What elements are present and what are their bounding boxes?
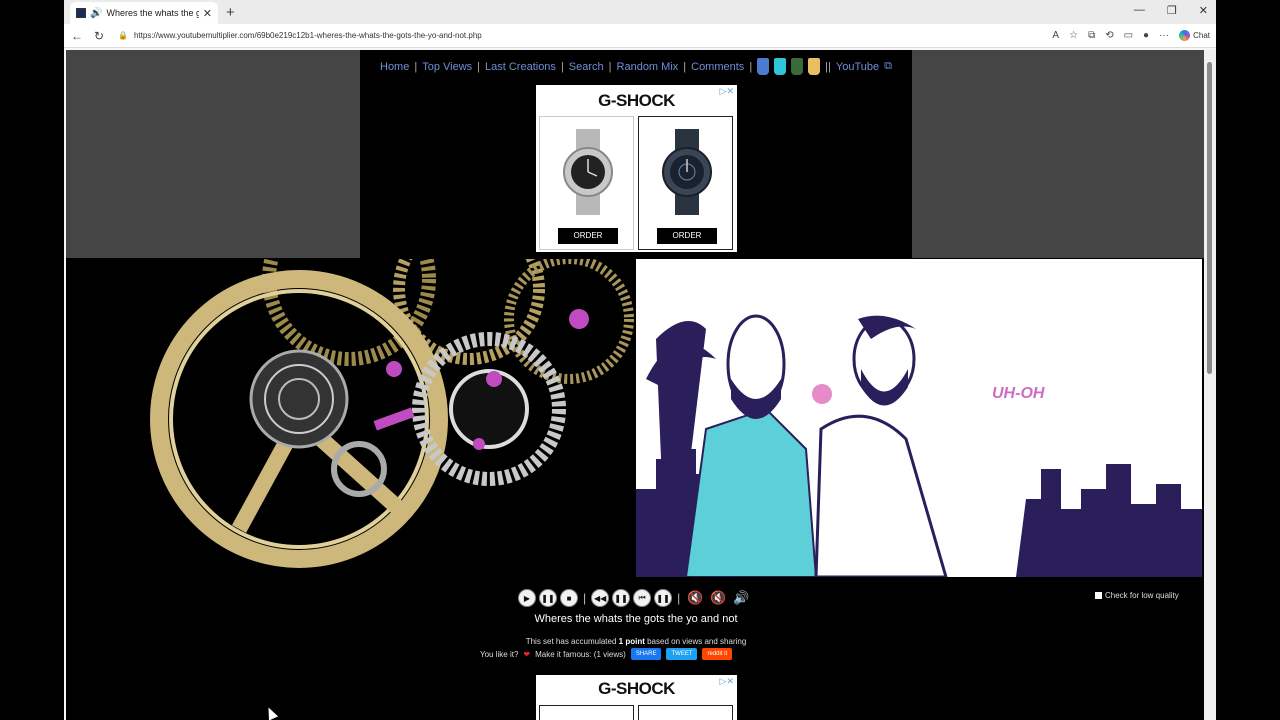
- famous-text: Make it famous: (1 views): [535, 649, 626, 659]
- ad-close-icon[interactable]: ▷✕: [720, 676, 734, 687]
- nav-comments[interactable]: Comments: [691, 61, 744, 73]
- ad-banner[interactable]: G-SHOCK ▷✕ ORDER ORDER: [536, 85, 737, 252]
- like-prompt: You like it?: [480, 649, 519, 659]
- nav-search[interactable]: Search: [569, 61, 604, 73]
- watch-gears-image: [150, 259, 634, 568]
- window-controls: — ❐ ✕: [1134, 4, 1208, 17]
- ad-banner-bottom[interactable]: G-SHOCK ▷✕: [536, 675, 737, 720]
- nav-top-views[interactable]: Top Views: [422, 61, 472, 73]
- restore-icon[interactable]: ❐: [1167, 4, 1177, 17]
- lock-icon[interactable]: 🔒: [118, 31, 128, 40]
- order-button[interactable]: ORDER: [558, 228, 618, 244]
- black-watch-image: [662, 129, 712, 215]
- site-nav: Home | Top Views | Last Creations | Search |…: [360, 58, 912, 75]
- read-aloud-icon[interactable]: A: [1052, 30, 1059, 41]
- starbucks-cup-icon[interactable]: [791, 58, 804, 75]
- heart-icon: ❤: [523, 649, 531, 659]
- facebook-share-button[interactable]: SHARE: [630, 648, 662, 660]
- cartoon-characters-image: [636, 314, 1202, 577]
- low-quality-checkbox[interactable]: [1095, 592, 1102, 599]
- order-button[interactable]: ORDER: [657, 228, 717, 244]
- minimize-icon[interactable]: —: [1134, 4, 1145, 17]
- site-favicon-icon: [76, 8, 86, 18]
- twitter-cup-icon[interactable]: [774, 58, 787, 75]
- nav-youtube[interactable]: YouTube: [836, 61, 879, 73]
- more-options-icon[interactable]: ···: [1159, 30, 1169, 41]
- points-value: 1 point: [618, 637, 645, 646]
- chat-button[interactable]: Chat: [1179, 30, 1210, 41]
- volume-icon[interactable]: 🔊: [731, 590, 751, 606]
- pause-left-icon[interactable]: ❚❚: [612, 589, 631, 607]
- video-player-left[interactable]: [69, 259, 635, 577]
- copilot-icon: [1179, 30, 1191, 41]
- silver-watch-image: [563, 129, 613, 215]
- ad-product-card[interactable]: [638, 705, 733, 720]
- browser-window: 🔊 Wheres the whats the gots the yo and n…: [64, 0, 1216, 720]
- new-tab-icon[interactable]: +: [226, 4, 235, 21]
- scrollbar[interactable]: [1204, 50, 1216, 720]
- back-icon[interactable]: ←: [70, 29, 84, 43]
- scroll-thumb[interactable]: [1207, 62, 1212, 374]
- side-panel-right: [912, 50, 1204, 258]
- coffee-cup-icon[interactable]: [808, 58, 821, 75]
- right-black-margin: [1216, 0, 1280, 720]
- points-prefix: This set has accumulated: [525, 637, 617, 646]
- ad-brand-logo: G-SHOCK: [598, 91, 675, 110]
- set-title: Wheres the whats the gots the yo and not: [534, 613, 738, 625]
- ad-product-card[interactable]: ORDER: [539, 116, 634, 250]
- speaker-icon[interactable]: 🔊: [90, 8, 102, 19]
- refresh-icon[interactable]: ↻: [92, 29, 106, 43]
- address-bar: ← ↻ 🔒 https://www.youtubemultiplier.com/…: [64, 24, 1216, 48]
- chat-label: Chat: [1193, 31, 1210, 40]
- history-icon[interactable]: ⟲: [1105, 30, 1113, 41]
- mute-right-icon[interactable]: 🔇: [708, 590, 728, 606]
- external-link-icon: ⧉: [884, 60, 892, 72]
- browser-tab[interactable]: 🔊 Wheres the whats the gots the yo and n…: [70, 2, 218, 24]
- nav-last-creations[interactable]: Last Creations: [485, 61, 556, 73]
- facebook-cup-icon[interactable]: [757, 58, 770, 75]
- toolbar: A ☆ ⧉ ⟲ ▭ ● ··· Chat: [1052, 30, 1210, 41]
- ad-close-icon[interactable]: ▷✕: [720, 86, 734, 97]
- points-suffix: based on views and sharing: [647, 637, 747, 646]
- left-black-margin: [0, 0, 64, 720]
- ad-brand-logo: G-SHOCK: [598, 679, 675, 698]
- low-quality-toggle[interactable]: Check for low quality: [1095, 591, 1179, 600]
- reddit-share-button[interactable]: reddit it: [702, 648, 733, 660]
- split-screen-icon[interactable]: ▭: [1124, 30, 1133, 41]
- pause-icon[interactable]: ❚❚: [539, 589, 557, 607]
- url-text: https://www.youtubemultiplier.com/69b0e2…: [133, 31, 482, 40]
- mute-left-icon[interactable]: 🔇: [685, 590, 705, 606]
- url-field[interactable]: 🔒 https://www.youtubemultiplier.com/69b0…: [114, 27, 1044, 45]
- low-quality-label: Check for low quality: [1105, 591, 1179, 600]
- play-icon[interactable]: ▶: [518, 589, 536, 607]
- web-page: Home | Top Views | Last Creations | Search |…: [66, 50, 1204, 720]
- tab-bar: 🔊 Wheres the whats the gots the yo and n…: [64, 0, 1216, 24]
- skip-back-icon[interactable]: ⏮: [633, 589, 652, 607]
- extensions-icon[interactable]: ⧉: [1088, 30, 1095, 41]
- twitter-tweet-button[interactable]: TWEET: [666, 648, 698, 660]
- tab-title: Wheres the whats the gots the yo and not: [106, 8, 199, 18]
- ad-product-card[interactable]: [539, 705, 634, 720]
- close-tab-icon[interactable]: ✕: [203, 7, 212, 20]
- points-line: This set has accumulated 1 point based o…: [360, 637, 912, 646]
- player-controls: ▶ ❚❚ ■ | ◀◀ ❚❚ ⏮ ❚❚ | 🔇 🔇 🔊: [518, 589, 751, 607]
- ad-product-card[interactable]: ORDER: [638, 116, 733, 250]
- stop-icon[interactable]: ■: [560, 589, 578, 607]
- profile-avatar-icon[interactable]: ●: [1143, 30, 1149, 41]
- nav-home[interactable]: Home: [380, 61, 409, 73]
- video-player-right[interactable]: UH-OH: [636, 259, 1202, 577]
- favorite-star-icon[interactable]: ☆: [1069, 30, 1078, 41]
- ad-products: [539, 705, 733, 720]
- share-line: You like it? ❤ Make it famous: (1 views)…: [480, 648, 733, 660]
- nav-random-mix[interactable]: Random Mix: [617, 61, 679, 73]
- close-window-icon[interactable]: ✕: [1199, 4, 1208, 17]
- side-panel-left: [66, 50, 360, 258]
- ad-products: ORDER ORDER: [539, 116, 733, 250]
- mouse-cursor: [263, 705, 279, 720]
- pause-right-icon[interactable]: ❚❚: [654, 589, 673, 607]
- uh-oh-overlay: UH-OH: [992, 385, 1045, 402]
- rewind-icon[interactable]: ◀◀: [591, 589, 610, 607]
